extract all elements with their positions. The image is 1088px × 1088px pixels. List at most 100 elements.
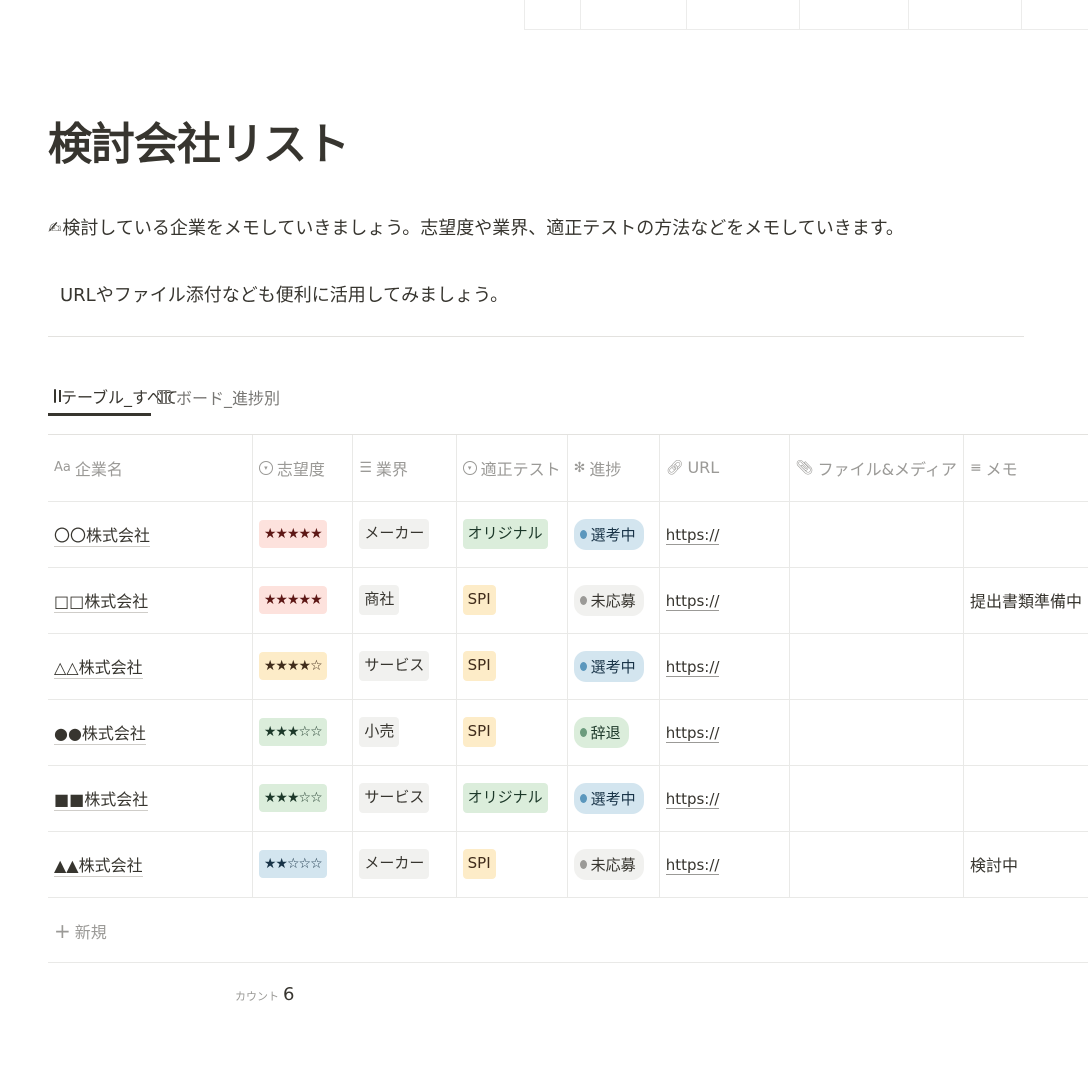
- tab-board-progress[interactable]: ボード_進捗別: [151, 378, 286, 416]
- company-name[interactable]: 〇〇株式会社: [54, 526, 151, 547]
- column-header-progress[interactable]: ✻ 進捗: [567, 435, 660, 502]
- cell-memo[interactable]: 提出書類準備中: [963, 567, 1088, 634]
- cell-priority[interactable]: ★★★☆☆: [252, 699, 354, 766]
- cell-url[interactable]: https://: [659, 699, 790, 766]
- url-link[interactable]: https://: [665, 855, 720, 875]
- cell-progress[interactable]: 未応募: [567, 831, 660, 898]
- cell-progress[interactable]: 辞退: [567, 699, 660, 766]
- cell-files[interactable]: [789, 831, 964, 898]
- cell-files[interactable]: [789, 501, 964, 568]
- industry-tag: 商社: [359, 585, 400, 615]
- column-label: 進捗: [589, 459, 622, 479]
- url-link[interactable]: https://: [665, 723, 720, 743]
- priority-tag: ★★★☆☆: [258, 717, 327, 747]
- cell-url[interactable]: https://: [659, 831, 790, 898]
- cell-url[interactable]: https://: [659, 633, 790, 700]
- column-header-industry[interactable]: ☰ 業界: [352, 435, 457, 502]
- cell-company[interactable]: □□株式会社: [48, 567, 253, 634]
- column-header-memo[interactable]: ≡ メモ: [963, 435, 1088, 502]
- cell-files[interactable]: [789, 699, 964, 766]
- cell-files[interactable]: [789, 567, 964, 634]
- url-link[interactable]: https://: [665, 789, 720, 809]
- url-link[interactable]: https://: [665, 591, 720, 611]
- row-count[interactable]: カウント 6: [235, 984, 294, 1005]
- cell-test[interactable]: オリジナル: [456, 501, 568, 568]
- cell-company[interactable]: ■■株式会社: [48, 765, 253, 832]
- progress-status: 選考中: [573, 782, 644, 814]
- cell-memo[interactable]: [963, 633, 1088, 700]
- page-title[interactable]: 検討会社リスト: [48, 108, 350, 172]
- priority-tag: ★★☆☆☆: [258, 849, 327, 879]
- industry-tag: サービス: [359, 651, 430, 681]
- cell-progress[interactable]: 未応募: [567, 567, 660, 634]
- cell-industry[interactable]: 商社: [352, 567, 457, 634]
- cell-industry[interactable]: 小売: [352, 699, 457, 766]
- table-row[interactable]: 〇〇株式会社 ★★★★★ メーカー オリジナル 選考中 https://: [48, 501, 1088, 568]
- test-tag: SPI: [462, 849, 496, 879]
- industry-tag: サービス: [359, 783, 430, 813]
- column-header-url[interactable]: 🔗︎ URL: [659, 435, 790, 502]
- cell-progress[interactable]: 選考中: [567, 633, 660, 700]
- company-name[interactable]: ■■株式会社: [54, 790, 149, 811]
- cell-memo[interactable]: [963, 699, 1088, 766]
- priority-tag: ★★★★★: [258, 519, 327, 549]
- column-header-company[interactable]: Aa 企業名: [48, 435, 253, 502]
- column-label: 企業名: [74, 459, 123, 479]
- company-name[interactable]: △△株式会社: [54, 658, 143, 679]
- company-name[interactable]: ▲▲株式会社: [54, 856, 143, 877]
- table-row[interactable]: □□株式会社 ★★★★★ 商社 SPI 未応募 https:// 提出書類準備中: [48, 567, 1088, 634]
- url-link[interactable]: https://: [665, 525, 720, 545]
- page-description-line2[interactable]: URLやファイル添付なども便利に活用してみましょう。: [60, 281, 508, 307]
- new-row-label: 新規: [74, 922, 107, 942]
- cell-url[interactable]: https://: [659, 501, 790, 568]
- description-text: 検討している企業をメモしていきましょう。志望度や業界、適正テストの方法などをメモ…: [62, 218, 904, 239]
- cell-memo[interactable]: 検討中: [963, 831, 1088, 898]
- cell-company[interactable]: △△株式会社: [48, 633, 253, 700]
- cell-priority[interactable]: ★★★★☆: [252, 633, 354, 700]
- status-label: 選考中: [590, 789, 636, 808]
- cell-industry[interactable]: サービス: [352, 633, 457, 700]
- cell-priority[interactable]: ★★★★★: [252, 501, 354, 568]
- cell-company[interactable]: ●●株式会社: [48, 699, 253, 766]
- cell-test[interactable]: SPI: [456, 699, 568, 766]
- cell-priority[interactable]: ★★☆☆☆: [252, 831, 354, 898]
- cell-test[interactable]: SPI: [456, 567, 568, 634]
- tab-table-all[interactable]: テーブル_すべて: [48, 378, 178, 416]
- cell-test[interactable]: SPI: [456, 831, 568, 898]
- column-header-files[interactable]: 📎︎ ファイル&メディア: [789, 435, 964, 502]
- url-link[interactable]: https://: [665, 657, 720, 677]
- column-header-priority[interactable]: ▾ 志望度: [252, 435, 354, 502]
- column-header-test[interactable]: ▾ 適正テスト: [456, 435, 568, 502]
- page-description-line1[interactable]: ✍ 検討している企業をメモしていきましょう。志望度や業界、適正テストの方法などを…: [48, 214, 904, 240]
- table-row[interactable]: △△株式会社 ★★★★☆ サービス SPI 選考中 https://: [48, 633, 1088, 700]
- cell-industry[interactable]: メーカー: [352, 831, 457, 898]
- status-label: 選考中: [590, 525, 636, 544]
- cell-url[interactable]: https://: [659, 567, 790, 634]
- cell-progress[interactable]: 選考中: [567, 765, 660, 832]
- table-row[interactable]: ●●株式会社 ★★★☆☆ 小売 SPI 辞退 https://: [48, 699, 1088, 766]
- cell-priority[interactable]: ★★★★★: [252, 567, 354, 634]
- cell-industry[interactable]: サービス: [352, 765, 457, 832]
- company-name[interactable]: □□株式会社: [54, 592, 149, 613]
- column-label: URL: [687, 458, 720, 478]
- progress-status: 選考中: [573, 518, 644, 550]
- test-tag: SPI: [462, 585, 496, 615]
- table-row[interactable]: ■■株式会社 ★★★☆☆ サービス オリジナル 選考中 https://: [48, 765, 1088, 832]
- cell-test[interactable]: オリジナル: [456, 765, 568, 832]
- cell-memo[interactable]: [963, 765, 1088, 832]
- cell-url[interactable]: https://: [659, 765, 790, 832]
- test-tag: オリジナル: [462, 783, 548, 813]
- table-row[interactable]: ▲▲株式会社 ★★☆☆☆ メーカー SPI 未応募 https:// 検討中: [48, 831, 1088, 898]
- add-new-row-button[interactable]: + 新規: [48, 899, 1088, 963]
- list-icon: ☰: [359, 459, 372, 476]
- cell-files[interactable]: [789, 765, 964, 832]
- cell-industry[interactable]: メーカー: [352, 501, 457, 568]
- cell-files[interactable]: [789, 633, 964, 700]
- cell-progress[interactable]: 選考中: [567, 501, 660, 568]
- cell-priority[interactable]: ★★★☆☆: [252, 765, 354, 832]
- cell-company[interactable]: 〇〇株式会社: [48, 501, 253, 568]
- company-name[interactable]: ●●株式会社: [54, 724, 146, 745]
- cell-memo[interactable]: [963, 501, 1088, 568]
- cell-company[interactable]: ▲▲株式会社: [48, 831, 253, 898]
- cell-test[interactable]: SPI: [456, 633, 568, 700]
